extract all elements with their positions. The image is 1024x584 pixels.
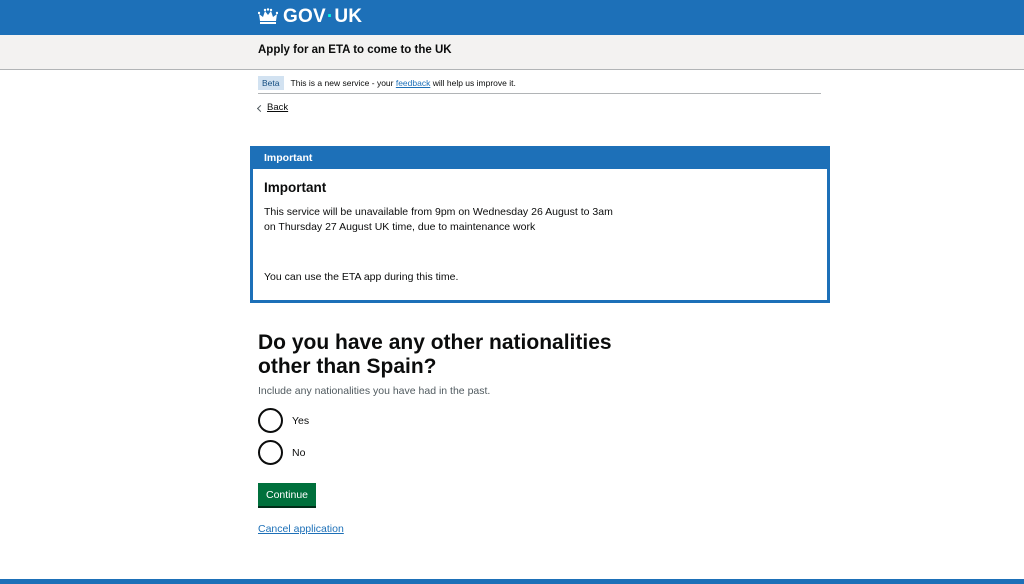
phase-banner: Beta This is a new service - your feedba…: [258, 72, 821, 94]
phase-banner-text: This is a new service - your feedback wi…: [290, 77, 516, 88]
notification-text-line-2: on Thursday 27 August UK time, due to ma…: [264, 221, 536, 233]
govuk-logo-link[interactable]: GOV·UK: [258, 6, 362, 28]
service-navigation: Apply for an ETA to come to the UK: [0, 35, 1024, 70]
notification-heading: Important: [264, 180, 327, 195]
notification-banner-title: Important: [253, 149, 827, 169]
back-link[interactable]: Back: [256, 102, 288, 113]
radio-label-yes[interactable]: Yes: [292, 415, 309, 427]
chevron-left-icon: [256, 104, 265, 112]
gov-header: GOV·UK: [0, 0, 1024, 35]
question-heading: Do you have any other nationalities othe…: [258, 331, 612, 378]
radio-option-no[interactable]: No: [258, 440, 305, 465]
feedback-link[interactable]: feedback: [396, 78, 431, 88]
notification-text-line-1: This service will be unavailable from 9p…: [264, 206, 613, 218]
logo-text: GOV·UK: [283, 6, 363, 27]
crown-icon: [258, 8, 278, 24]
service-name[interactable]: Apply for an ETA to come to the UK: [258, 44, 452, 56]
continue-button[interactable]: Continue: [258, 483, 316, 506]
radio-option-yes[interactable]: Yes: [258, 408, 309, 433]
cancel-application-link[interactable]: Cancel application: [258, 523, 344, 535]
beta-tag: Beta: [258, 75, 284, 90]
radio-label-no[interactable]: No: [292, 447, 305, 459]
footer-top-border: [0, 579, 1024, 584]
question-hint: Include any nationalities you have had i…: [258, 385, 491, 397]
notification-text-line-3: You can use the ETA app during this time…: [264, 271, 459, 283]
radio-button-no[interactable]: [258, 440, 283, 465]
notification-banner-content: Important This service will be unavailab…: [253, 169, 827, 296]
radio-button-yes[interactable]: [258, 408, 283, 433]
notification-banner: Important Important This service will be…: [250, 146, 830, 303]
